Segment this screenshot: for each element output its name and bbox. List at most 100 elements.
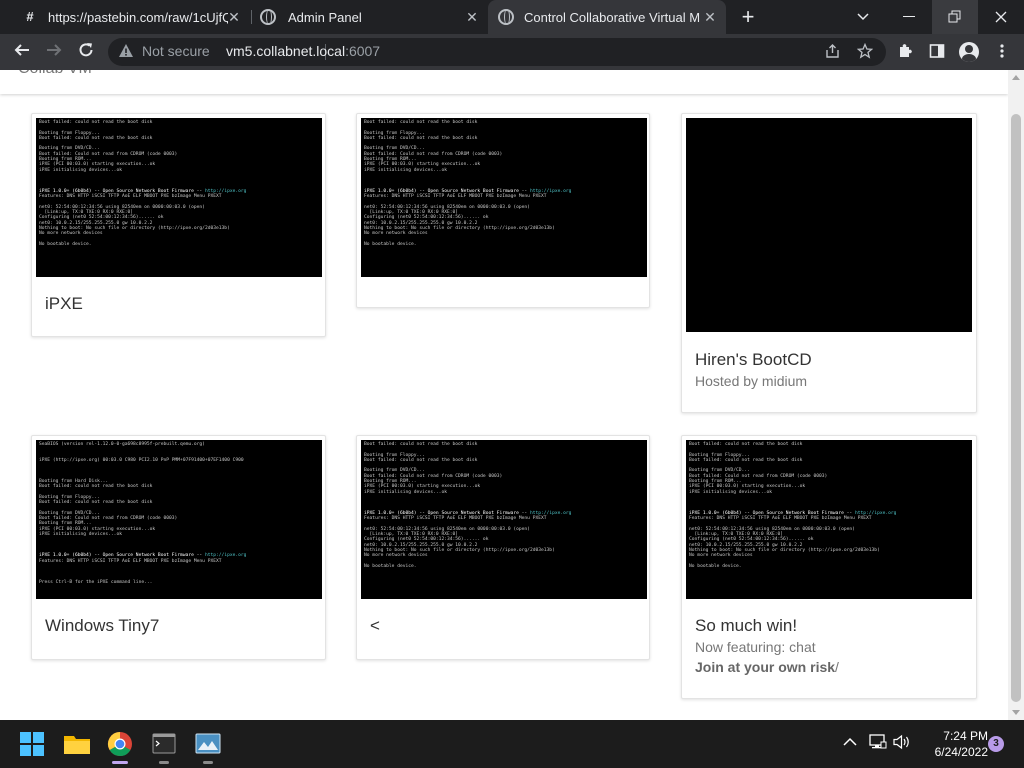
forward-arrow-icon bbox=[47, 44, 62, 56]
network-status[interactable] bbox=[869, 734, 887, 753]
vm-card-title: iPXE bbox=[45, 294, 83, 313]
terminal-icon bbox=[152, 733, 176, 754]
terminal-output: SeaBIOS (version rel-1.12.0-0-ga698c8995… bbox=[39, 442, 319, 585]
terminal-output: Boot failed: could not read the boot dis… bbox=[364, 442, 644, 569]
share-icon bbox=[826, 44, 839, 58]
vm-card-title: < bbox=[370, 616, 380, 635]
vm-card-title: So much win! bbox=[695, 616, 798, 635]
menu-button[interactable] bbox=[993, 43, 1011, 61]
tab-title: https://pastebin.com/raw/1cUjfQ bbox=[48, 9, 228, 25]
star-icon bbox=[856, 42, 874, 59]
share-button[interactable] bbox=[824, 43, 842, 61]
warning-icon bbox=[119, 44, 133, 57]
vm-card-lt[interactable]: Boot failed: could not read the boot dis… bbox=[356, 435, 650, 660]
restore-icon bbox=[948, 10, 961, 23]
vm-screen-thumbnail[interactable]: Boot failed: could not read the boot dis… bbox=[686, 440, 972, 599]
tab-pastebin[interactable]: # https://pastebin.com/raw/1cUjfQ ✕ bbox=[12, 0, 250, 34]
hash-icon: # bbox=[26, 9, 34, 24]
terminal-line: Press Ctrl-B for the iPXE command line..… bbox=[39, 579, 153, 585]
url-host: vm5.collabnet.local bbox=[226, 43, 346, 59]
restore-button[interactable] bbox=[932, 0, 978, 34]
clock[interactable]: 7:24 PM 6/24/2022 bbox=[916, 728, 988, 760]
start-icon bbox=[20, 732, 44, 756]
forward-button[interactable] bbox=[42, 40, 66, 64]
running-app-indicator bbox=[159, 761, 169, 764]
scroll-down-arrow-icon[interactable] bbox=[1012, 710, 1020, 715]
vm-screen-thumbnail[interactable]: Boot failed: could not read the boot dis… bbox=[361, 440, 647, 599]
chevron-up-icon bbox=[843, 737, 857, 746]
side-panel-icon bbox=[929, 44, 945, 58]
security-indicator[interactable]: Not secure bbox=[118, 43, 210, 59]
terminal-line: No bootable device. bbox=[689, 563, 742, 569]
terminal-line: No bootable device. bbox=[39, 241, 92, 247]
close-icon bbox=[995, 11, 1007, 23]
file-explorer-icon bbox=[64, 736, 90, 754]
vm-screen-thumbnail[interactable] bbox=[686, 118, 972, 332]
notification-badge[interactable]: 3 bbox=[988, 736, 1004, 752]
back-button[interactable] bbox=[10, 40, 34, 64]
start-button[interactable] bbox=[14, 726, 50, 762]
vm-screen-thumbnail[interactable]: SeaBIOS (version rel-1.12.0-0-ga698c8995… bbox=[36, 440, 322, 599]
url-text[interactable]: vm5.collabnet.local:6007 bbox=[226, 43, 380, 59]
close-icon[interactable]: ✕ bbox=[702, 9, 718, 25]
terminal-output: Boot failed: could not read the boot dis… bbox=[364, 120, 644, 247]
back-arrow-icon bbox=[14, 44, 29, 56]
vm-card-untitled[interactable]: Boot failed: could not read the boot dis… bbox=[356, 113, 650, 308]
vm-card-so-much-win[interactable]: Boot failed: could not read the boot dis… bbox=[681, 435, 977, 699]
page-scrollbar[interactable] bbox=[1008, 70, 1024, 720]
extensions-button[interactable] bbox=[896, 43, 914, 61]
scroll-up-arrow-icon[interactable] bbox=[1012, 75, 1020, 80]
close-icon[interactable]: ✕ bbox=[226, 9, 242, 25]
browser-toolbar: Not secure vm5.collabnet.local:6007 bbox=[0, 34, 1024, 70]
url-port: :6007 bbox=[345, 43, 381, 59]
minimize-button[interactable] bbox=[886, 0, 932, 34]
minimize-icon bbox=[903, 16, 915, 17]
taskbar-chrome[interactable] bbox=[102, 726, 138, 764]
vm-card-title: Hiren's BootCD bbox=[695, 350, 812, 369]
vm-screen-thumbnail[interactable]: Boot failed: could not read the boot dis… bbox=[36, 118, 322, 277]
tab-title: Control Collaborative Virtual Mac bbox=[524, 9, 700, 25]
tab-control-vm[interactable]: Control Collaborative Virtual Mac ✕ bbox=[488, 0, 726, 34]
image-viewer-icon bbox=[195, 733, 221, 754]
volume-control[interactable] bbox=[893, 734, 911, 753]
close-window-button[interactable] bbox=[978, 0, 1024, 34]
new-tab-button[interactable]: + bbox=[737, 6, 759, 28]
running-app-indicator bbox=[203, 761, 213, 764]
vm-card-subtitle: Now featuring: chat bbox=[695, 639, 816, 655]
page-header: Collab VM bbox=[0, 70, 1008, 94]
show-hidden-icons-button[interactable] bbox=[843, 734, 857, 750]
globe-icon bbox=[498, 9, 514, 25]
volume-icon bbox=[893, 734, 909, 750]
tab-admin-panel[interactable]: Admin Panel ✕ bbox=[252, 0, 488, 34]
kebab-menu-icon bbox=[1000, 44, 1004, 58]
taskbar-image-viewer[interactable] bbox=[190, 726, 226, 764]
vm-card-hirens-bootcd[interactable]: Hiren's BootCD Hosted by midium bbox=[681, 113, 977, 413]
taskbar-terminal[interactable] bbox=[146, 726, 182, 764]
tab-title: Admin Panel bbox=[288, 9, 362, 25]
terminal-output: Boot failed: could not read the boot dis… bbox=[689, 442, 969, 569]
vm-screen-thumbnail[interactable]: Boot failed: could not read the boot dis… bbox=[361, 118, 647, 277]
network-icon bbox=[869, 734, 887, 749]
tab-search-button[interactable] bbox=[840, 0, 886, 34]
address-bar[interactable]: Not secure vm5.collabnet.local:6007 bbox=[108, 38, 886, 66]
clock-time: 7:24 PM bbox=[943, 729, 988, 743]
reload-button[interactable] bbox=[74, 40, 98, 64]
browser-tab-strip: # https://pastebin.com/raw/1cUjfQ ✕ Admi… bbox=[0, 0, 1024, 34]
vm-card-windows-tiny7[interactable]: SeaBIOS (version rel-1.12.0-0-ga698c8995… bbox=[31, 435, 326, 660]
page-content: Collab VM Boot failed: could not read th… bbox=[0, 70, 1008, 720]
side-panel-button[interactable] bbox=[928, 43, 946, 61]
bookmark-button[interactable] bbox=[856, 42, 874, 61]
terminal-output: Boot failed: could not read the boot dis… bbox=[39, 120, 319, 247]
profile-avatar[interactable] bbox=[959, 42, 979, 62]
taskbar-file-explorer[interactable] bbox=[59, 726, 95, 762]
chevron-down-icon bbox=[857, 13, 869, 21]
vm-card-host: Hosted by midium bbox=[695, 373, 808, 389]
terminal-line: No bootable device. bbox=[364, 563, 417, 569]
scrollbar-thumb[interactable] bbox=[1011, 114, 1021, 702]
close-icon[interactable]: ✕ bbox=[464, 9, 480, 25]
vm-card-title: Windows Tiny7 bbox=[45, 616, 160, 635]
chrome-icon bbox=[107, 732, 132, 757]
vm-card-warning-tail: / bbox=[835, 659, 839, 675]
vm-card-warning: Join at your own risk/ bbox=[695, 659, 839, 675]
vm-card-ipxe[interactable]: Boot failed: could not read the boot dis… bbox=[31, 113, 326, 337]
